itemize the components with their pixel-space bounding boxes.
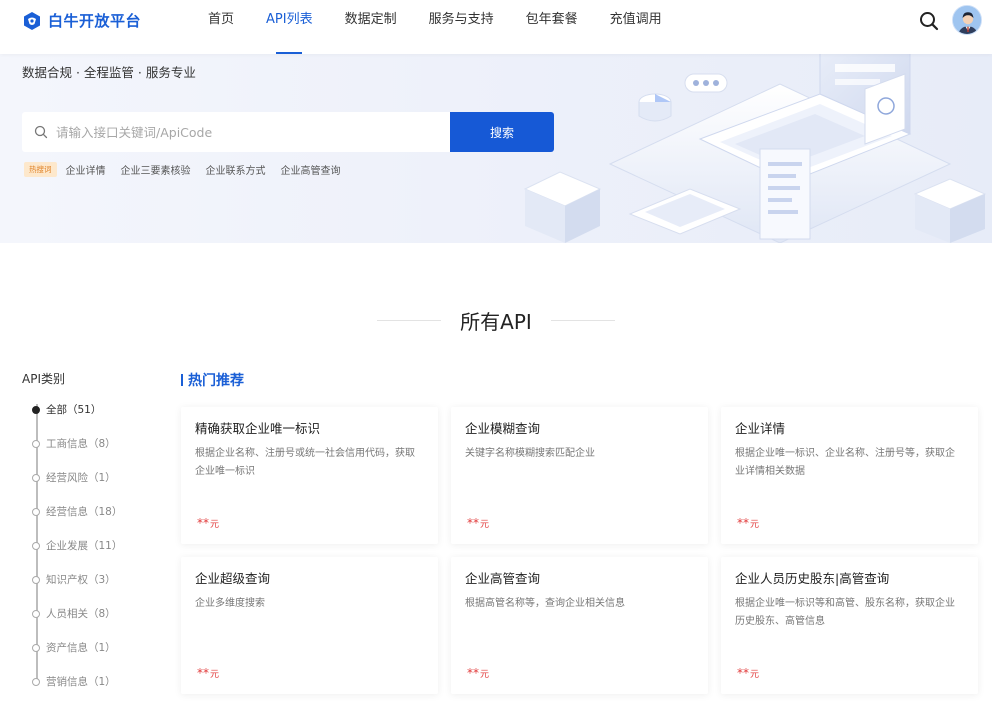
category-business-info[interactable]: 工商信息（8） bbox=[32, 436, 122, 470]
api-card-name: 企业模糊查询 bbox=[465, 421, 541, 436]
hot-recommend-title: 热门推荐 bbox=[188, 373, 244, 389]
price-value: ** bbox=[197, 666, 209, 680]
api-card-desc: 企业多维度搜索 bbox=[195, 598, 265, 609]
category-dot bbox=[32, 508, 40, 516]
price-value: ** bbox=[467, 666, 479, 680]
logo-icon bbox=[24, 11, 40, 30]
hot-recommend-heading: 热门推荐 bbox=[181, 370, 244, 390]
api-card-price: **元 bbox=[467, 666, 489, 680]
nav-data-custom[interactable]: 数据定制 bbox=[329, 0, 413, 54]
logo[interactable]: 白牛开放平台 bbox=[22, 10, 141, 31]
price-unit: 元 bbox=[210, 670, 220, 680]
category-dot bbox=[32, 406, 40, 414]
category-label: 知识产权（3） bbox=[46, 574, 116, 586]
price-value: ** bbox=[737, 516, 749, 530]
api-card-price: **元 bbox=[737, 516, 759, 530]
avatar[interactable] bbox=[952, 5, 982, 35]
price-unit: 元 bbox=[480, 670, 490, 680]
api-card-price: **元 bbox=[197, 516, 219, 530]
api-card-name: 企业详情 bbox=[735, 421, 786, 436]
api-card-price: **元 bbox=[197, 666, 219, 680]
search-icon[interactable] bbox=[918, 10, 940, 32]
user-avatar-icon bbox=[953, 6, 981, 34]
api-card-desc: 根据企业唯一标识等和高管、股东名称，获取企业历史股东、高管信息 bbox=[735, 598, 955, 627]
api-card[interactable]: 企业超级查询 企业多维度搜索 **元 bbox=[181, 557, 438, 694]
price-unit: 元 bbox=[480, 520, 490, 530]
price-value: ** bbox=[197, 516, 209, 530]
category-ip[interactable]: 知识产权（3） bbox=[32, 572, 122, 606]
title-divider-left bbox=[377, 320, 442, 321]
api-card[interactable]: 精确获取企业唯一标识 根据企业名称、注册号或统一社会信用代码，获取企业唯一标识 … bbox=[181, 407, 438, 544]
price-value: ** bbox=[467, 516, 479, 530]
category-dot bbox=[32, 576, 40, 584]
category-personnel[interactable]: 人员相关（8） bbox=[32, 606, 122, 640]
category-label: 工商信息（8） bbox=[46, 438, 116, 450]
hot-words-badge: 热搜词 bbox=[24, 162, 57, 177]
banner-illustration bbox=[523, 54, 987, 243]
api-card-name: 企业超级查询 bbox=[195, 571, 271, 586]
hot-word-link[interactable]: 企业三要素核验 bbox=[121, 162, 191, 177]
api-card[interactable]: 企业详情 根据企业唯一标识、企业名称、注册号等，获取企业详情相关数据 **元 bbox=[721, 407, 978, 544]
category-operating-risk[interactable]: 经营风险（1） bbox=[32, 470, 122, 504]
heading-accent-bar bbox=[181, 374, 183, 386]
hot-words-row: 热搜词 企业详情 企业三要素核验 企业联系方式 企业高管查询 bbox=[24, 162, 356, 177]
api-card-desc: 关键字名称模糊搜索匹配企业 bbox=[465, 448, 595, 459]
nav-annual-package[interactable]: 包年套餐 bbox=[510, 0, 594, 54]
price-unit: 元 bbox=[750, 520, 760, 530]
category-all[interactable]: 全部（51） bbox=[32, 402, 122, 436]
category-label: 经营信息（18） bbox=[46, 506, 123, 518]
banner-slogan: 数据合规 · 全程监管 · 服务专业 bbox=[22, 65, 196, 80]
category-dot bbox=[32, 610, 40, 618]
logo-text: 白牛开放平台 bbox=[48, 12, 142, 30]
title-divider-right bbox=[550, 320, 615, 321]
category-dot bbox=[32, 440, 40, 448]
section-title-row: 所有API bbox=[0, 306, 992, 335]
api-card-name: 企业人员历史股东|高管查询 bbox=[735, 571, 890, 586]
nav-home[interactable]: 首页 bbox=[192, 0, 250, 54]
main-nav: 首页 API列表 数据定制 服务与支持 包年套餐 充值调用 bbox=[192, 0, 678, 54]
category-label: 全部（51） bbox=[46, 404, 102, 416]
hot-word-link[interactable]: 企业高管查询 bbox=[281, 162, 341, 177]
top-header: 白牛开放平台 首页 API列表 数据定制 服务与支持 包年套餐 充值调用 bbox=[0, 0, 992, 54]
category-marketing[interactable]: 营销信息（1） bbox=[32, 674, 122, 708]
nav-recharge[interactable]: 充值调用 bbox=[594, 0, 678, 54]
api-card-desc: 根据企业名称、注册号或统一社会信用代码，获取企业唯一标识 bbox=[195, 448, 415, 477]
hot-word-link[interactable]: 企业详情 bbox=[66, 162, 106, 177]
category-assets[interactable]: 资产信息（1） bbox=[32, 640, 122, 674]
api-card[interactable]: 企业高管查询 根据高管名称等，查询企业相关信息 **元 bbox=[451, 557, 708, 694]
category-operating-info[interactable]: 经营信息（18） bbox=[32, 504, 122, 538]
category-dot bbox=[32, 474, 40, 482]
api-card-desc: 根据高管名称等，查询企业相关信息 bbox=[465, 598, 625, 609]
category-label: 经营风险（1） bbox=[46, 472, 116, 484]
api-card-price: **元 bbox=[467, 516, 489, 530]
section-title: 所有API bbox=[460, 310, 532, 334]
price-unit: 元 bbox=[210, 520, 220, 530]
api-search-box bbox=[22, 112, 450, 152]
api-search-input[interactable] bbox=[56, 124, 426, 140]
category-dot bbox=[32, 678, 40, 686]
category-dot bbox=[32, 542, 40, 550]
api-card-desc: 根据企业唯一标识、企业名称、注册号等，获取企业详情相关数据 bbox=[735, 448, 955, 477]
category-dot bbox=[32, 644, 40, 652]
category-list: 全部（51） 工商信息（8） 经营风险（1） 经营信息（18） 企业发展（11）… bbox=[32, 402, 122, 708]
nav-service-support[interactable]: 服务与支持 bbox=[413, 0, 510, 54]
hot-word-link[interactable]: 企业联系方式 bbox=[206, 162, 266, 177]
price-value: ** bbox=[737, 666, 749, 680]
price-unit: 元 bbox=[750, 670, 760, 680]
category-label: 人员相关（8） bbox=[46, 608, 116, 620]
search-icon bbox=[34, 125, 48, 139]
api-card-name: 企业高管查询 bbox=[465, 571, 541, 586]
category-label: 营销信息（1） bbox=[46, 676, 116, 688]
api-card[interactable]: 企业模糊查询 关键字名称模糊搜索匹配企业 **元 bbox=[451, 407, 708, 544]
api-card-price: **元 bbox=[737, 666, 759, 680]
category-label: 资产信息（1） bbox=[46, 642, 116, 654]
nav-api-list[interactable]: API列表 bbox=[250, 0, 329, 54]
category-enterprise-dev[interactable]: 企业发展（11） bbox=[32, 538, 122, 572]
api-card-name: 精确获取企业唯一标识 bbox=[195, 421, 321, 436]
hero-banner: 数据合规 · 全程监管 · 服务专业 搜索 热搜词 企业详情 企业三要素核验 企… bbox=[0, 54, 992, 243]
category-label: 企业发展（11） bbox=[46, 540, 123, 552]
api-card[interactable]: 企业人员历史股东|高管查询 根据企业唯一标识等和高管、股东名称，获取企业历史股东… bbox=[721, 557, 978, 694]
category-title: API类别 bbox=[22, 372, 65, 386]
